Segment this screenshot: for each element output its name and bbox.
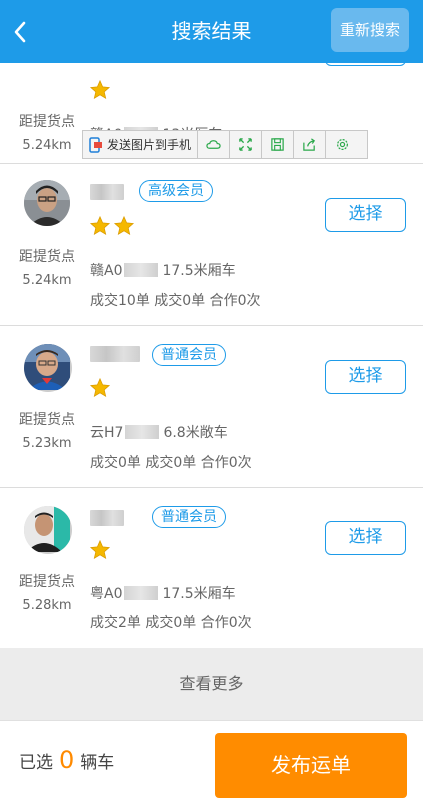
member-badge: 普通会员 — [152, 344, 226, 366]
plate-blur — [125, 425, 160, 439]
header-bar: 搜索结果 重新搜索 — [0, 0, 423, 63]
star-icon — [113, 215, 135, 236]
member-badge: 普通会员 — [152, 506, 226, 528]
distance-value: 5.23km — [22, 436, 72, 451]
star-icon — [89, 377, 111, 398]
share-button[interactable] — [294, 131, 327, 158]
settings-button[interactable] — [326, 131, 358, 158]
truck-type: 17.5米厢车 — [162, 263, 236, 279]
save-button[interactable] — [262, 131, 295, 158]
distance-value: 5.24km — [22, 138, 72, 153]
select-button[interactable] — [325, 63, 406, 66]
plate-prefix: 赣A0 — [90, 263, 123, 279]
load-more-button[interactable]: 查看更多 — [0, 648, 423, 720]
plate-blur — [124, 586, 159, 600]
driver-card: 距提货点 5.28km 普通会员 粤A0 17.5米厢车 成交2单 成交0单 合… — [0, 488, 423, 648]
selected-summary: 已选 0 辆车 — [19, 721, 114, 798]
selected-suffix: 辆车 — [80, 752, 115, 773]
research-button[interactable]: 重新搜索 — [331, 8, 409, 52]
distance-label: 距提货点 — [19, 249, 75, 265]
selected-prefix: 已选 — [19, 752, 53, 773]
save-icon — [271, 138, 284, 151]
distance-label: 距提货点 — [19, 114, 75, 130]
rating-stars — [89, 215, 135, 239]
rating-stars — [89, 377, 111, 401]
plate-blur — [124, 263, 159, 277]
plate-prefix: 云H7 — [90, 425, 124, 441]
rating-stars — [89, 79, 111, 103]
rating-stars — [89, 539, 111, 563]
plate-prefix: 粤A0 — [90, 586, 123, 602]
trade-stats: 成交2单 成交0单 合作0次 — [90, 615, 252, 631]
distance-value: 5.28km — [22, 598, 72, 613]
selected-count: 0 — [59, 746, 75, 774]
expand-button[interactable] — [230, 131, 263, 158]
distance-value: 5.24km — [22, 273, 72, 288]
expand-icon — [239, 138, 252, 151]
cloud-icon — [206, 140, 221, 149]
avatar — [24, 506, 72, 554]
send-to-phone-label: 发送图片到手机 — [107, 138, 192, 152]
select-button[interactable]: 选择 — [325, 360, 406, 394]
select-button[interactable]: 选择 — [325, 198, 406, 232]
vehicle-info: 粤A0 17.5米厢车 — [90, 583, 236, 603]
star-icon — [89, 539, 111, 560]
settings-icon — [336, 139, 348, 150]
bottom-bar: 已选 0 辆车 发布运单 — [0, 720, 423, 798]
share-icon — [303, 138, 316, 151]
trade-stats: 成交10单 成交0单 合作0次 — [90, 293, 261, 309]
star-icon — [89, 215, 111, 236]
screenshot-toolbar: 发送图片到手机 — [82, 130, 368, 159]
select-button[interactable]: 选择 — [325, 521, 406, 555]
driver-name — [90, 510, 124, 526]
distance-label: 距提货点 — [19, 574, 75, 590]
member-badge: 高级会员 — [139, 180, 213, 202]
cloud-button[interactable] — [198, 131, 231, 158]
avatar — [24, 344, 72, 392]
phone-send-icon — [89, 136, 102, 153]
distance-label: 距提货点 — [19, 412, 75, 428]
vehicle-info: 云H7 6.8米敞车 — [90, 422, 228, 442]
driver-card: 距提货点 5.23km 普通会员 云H7 6.8米敞车 成交0单 成交0单 合作… — [0, 326, 423, 488]
send-to-phone-button[interactable]: 发送图片到手机 — [83, 131, 199, 158]
driver-card: 距提货点 5.24km 高级会员 赣A0 17.5米厢车 成交10单 成交0单 … — [0, 164, 423, 326]
driver-name — [90, 184, 124, 200]
truck-type: 6.8米敞车 — [163, 425, 228, 441]
trade-stats: 成交0单 成交0单 合作0次 — [90, 455, 252, 471]
driver-name — [90, 346, 140, 362]
publish-order-button[interactable]: 发布运单 — [215, 733, 407, 798]
avatar — [24, 180, 70, 226]
star-icon — [89, 79, 111, 100]
truck-type: 17.5米厢车 — [162, 586, 236, 602]
vehicle-info: 赣A0 17.5米厢车 — [90, 260, 236, 280]
